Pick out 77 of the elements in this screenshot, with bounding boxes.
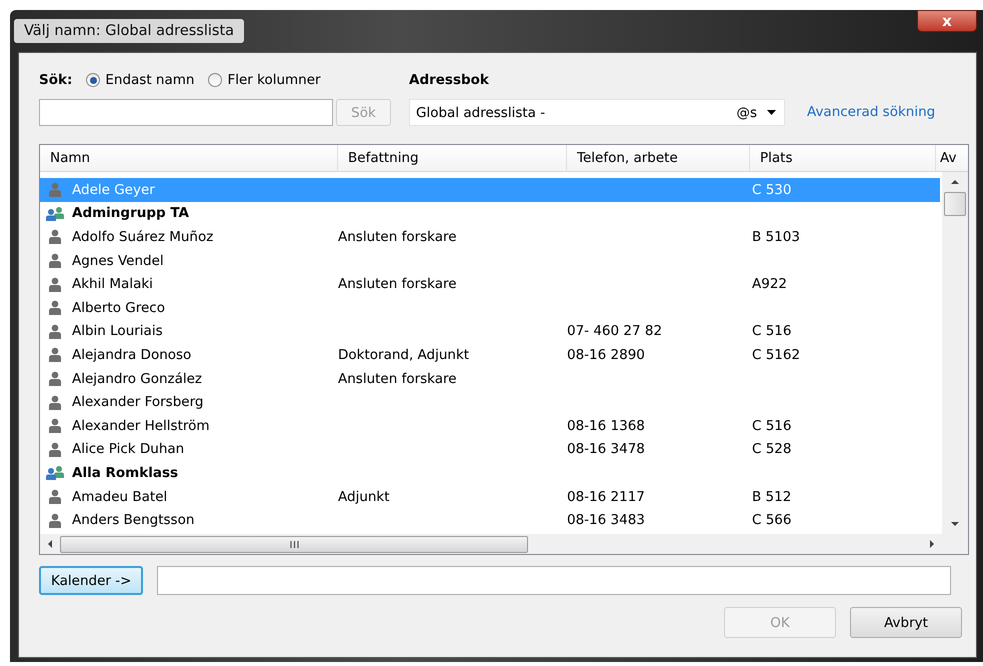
contact-row[interactable]: Alejandro González Ansluten forskare bbox=[40, 366, 940, 390]
group-icon bbox=[44, 206, 66, 221]
location-cell: C 566 bbox=[752, 512, 792, 528]
contact-row[interactable]: Adolfo Suárez Muñoz Ansluten forskare B 5103 bbox=[40, 225, 940, 249]
vertical-scrollbar[interactable] bbox=[942, 172, 968, 534]
name-cell: Akhil Malaki bbox=[72, 276, 153, 292]
name-cell: Alla Romklass bbox=[72, 464, 178, 481]
name-cell: Anders Bengtsson bbox=[72, 512, 194, 528]
name-cell: Alejandro González bbox=[72, 370, 202, 387]
column-header[interactable]: Av bbox=[936, 145, 968, 171]
phone-cell: 08-16 1368 bbox=[567, 418, 645, 434]
search-field[interactable] bbox=[39, 99, 333, 126]
location-cell: C 530 bbox=[752, 182, 792, 198]
job-title-cell: Doktorand, Adjunkt bbox=[338, 346, 470, 363]
contact-row[interactable]: Alexander Hellström 08-16 1368 C 516 bbox=[40, 414, 940, 438]
contact-row[interactable]: Akhil Malaki Ansluten forskare A922 bbox=[40, 272, 940, 296]
column-header[interactable]: Plats bbox=[750, 145, 936, 171]
caret-icon bbox=[767, 110, 776, 115]
name-cell: Alejandra Donoso bbox=[72, 346, 192, 363]
contact-row[interactable]: Alejandra Donoso Doktorand, Adjunkt 08-16 2890 C 5162 bbox=[40, 343, 940, 367]
name-cell: Alberto Greco bbox=[72, 300, 165, 316]
job-title-cell: Ansluten forskare bbox=[338, 228, 457, 245]
name-cell: Albin Louriais bbox=[72, 323, 163, 340]
radio-option[interactable]: Endast namn bbox=[86, 72, 194, 88]
phone-cell: 08-16 3478 bbox=[567, 441, 645, 458]
scroll-left-icon bbox=[48, 540, 52, 548]
location-cell: A922 bbox=[752, 276, 788, 292]
name-cell: Alexander Forsberg bbox=[72, 394, 204, 410]
name-cell: Adele Geyer bbox=[72, 182, 155, 198]
contact-row[interactable]: Amadeu Batel Adjunkt 08-16 2117 B 512 bbox=[40, 484, 940, 508]
contact-row[interactable]: Alberto Greco bbox=[40, 296, 940, 320]
calendar-field[interactable] bbox=[157, 566, 952, 595]
scroll-up-icon bbox=[951, 180, 959, 184]
contact-row[interactable]: Alla Romklass bbox=[40, 461, 940, 485]
name-cell: Amadeu Batel bbox=[72, 488, 168, 505]
phone-cell: 07- 460 27 82 bbox=[567, 323, 662, 340]
contact-row[interactable]: Anders Bengtsson 08-16 3483 C 566 bbox=[40, 508, 940, 532]
job-title-cell: Adjunkt bbox=[338, 488, 390, 505]
window-title: Välj namn: Global adresslista bbox=[14, 19, 244, 43]
location-cell: C 516 bbox=[752, 323, 792, 340]
contact-row[interactable]: Alice Pick Duhan 08-16 3478 C 528 bbox=[40, 438, 940, 462]
radio-option[interactable]: Fler kolumner bbox=[208, 72, 321, 88]
close-button[interactable]: x bbox=[917, 10, 977, 32]
location-cell: C 528 bbox=[752, 441, 792, 458]
contact-row[interactable]: Agnes Vendel bbox=[40, 248, 940, 272]
location-cell: C 516 bbox=[752, 418, 792, 434]
job-title-cell: Ansluten forskare bbox=[338, 370, 457, 387]
contact-row[interactable]: Alexander Forsberg bbox=[40, 390, 940, 414]
phone-cell: 08-16 3483 bbox=[567, 512, 645, 528]
phone-cell: 08-16 2117 bbox=[567, 488, 645, 505]
contact-row[interactable]: Albin Louriais 07- 460 27 82 C 516 bbox=[40, 320, 940, 344]
column-header[interactable]: Telefon, arbete bbox=[567, 145, 750, 171]
location-cell: C 5162 bbox=[752, 346, 800, 363]
phone-cell: 08-16 2890 bbox=[567, 346, 645, 363]
job-title-cell: Ansluten forskare bbox=[338, 276, 457, 292]
name-cell: Alice Pick Duhan bbox=[72, 441, 184, 458]
address-book-dropdown[interactable]: Global adresslista - @s bbox=[409, 99, 785, 126]
advanced-search-link[interactable]: Avancerad sökning bbox=[807, 104, 936, 120]
column-header[interactable]: Befattning bbox=[338, 145, 567, 171]
scroll-down-icon bbox=[951, 522, 959, 526]
scroll-thumb[interactable] bbox=[944, 192, 966, 216]
name-cell: Admingrupp TA bbox=[72, 205, 189, 222]
search-label: Sök: bbox=[39, 72, 72, 88]
dialog-button[interactable]: Avbryt bbox=[850, 607, 962, 638]
location-cell: B 5103 bbox=[752, 228, 800, 245]
name-cell: Alexander Hellström bbox=[72, 418, 210, 434]
calendar-button[interactable]: Kalender -> bbox=[39, 566, 144, 595]
address-book-label: Adressbok bbox=[409, 71, 490, 90]
name-cell: Adolfo Suárez Muñoz bbox=[72, 228, 214, 245]
location-cell: B 512 bbox=[752, 488, 792, 505]
grip-icon bbox=[290, 540, 298, 548]
scroll-thumb[interactable] bbox=[60, 536, 528, 552]
column-header[interactable]: Namn bbox=[40, 145, 338, 171]
group-icon bbox=[44, 465, 66, 480]
name-cell: Agnes Vendel bbox=[72, 252, 164, 269]
contact-row[interactable]: Admingrupp TA bbox=[40, 202, 940, 226]
scroll-right-icon bbox=[930, 540, 934, 548]
